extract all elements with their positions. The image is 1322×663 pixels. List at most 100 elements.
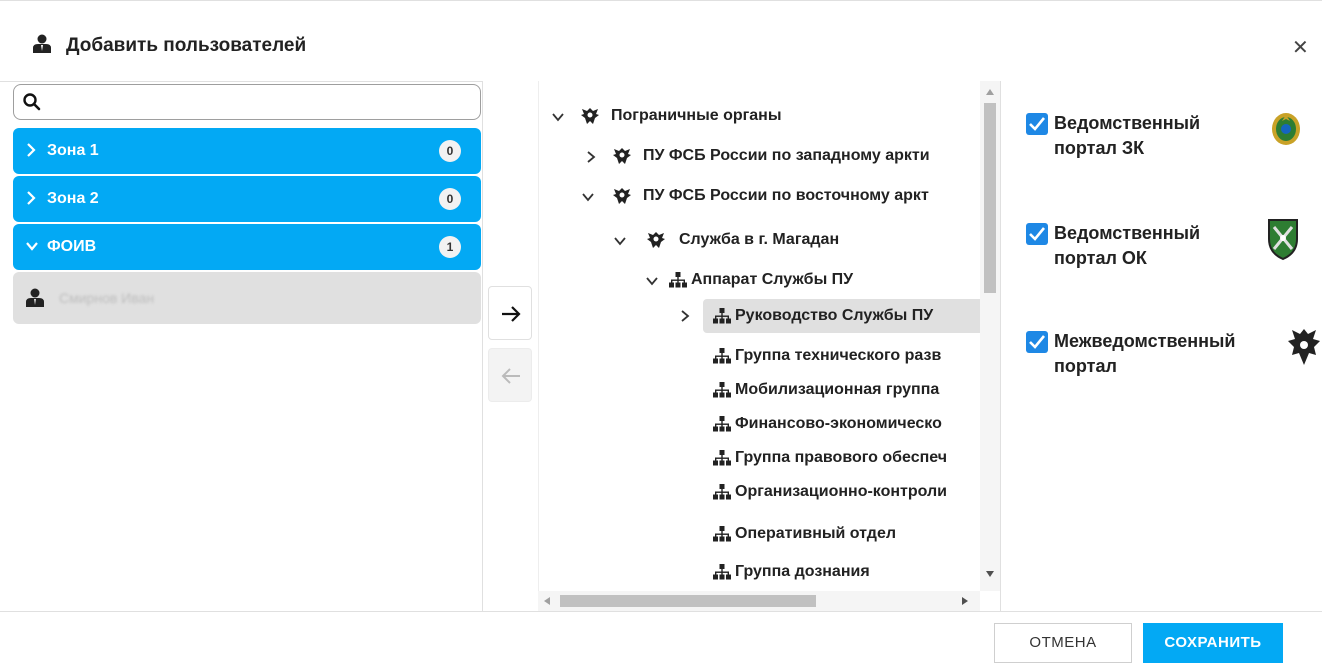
checkmark-icon bbox=[1029, 227, 1046, 241]
checkmark-icon bbox=[1029, 117, 1046, 131]
portals-panel: Ведомственный портал ЗК Ведомственный по… bbox=[1001, 81, 1322, 611]
portal-name-line2: портал ЗК bbox=[1054, 138, 1145, 158]
eagle-emblem-icon bbox=[647, 232, 665, 248]
user-groups-panel: Зона 1 0 Зона 2 0 ФОИВ 1 Смирнов Иван bbox=[0, 81, 483, 611]
close-icon[interactable]: ✕ bbox=[1292, 35, 1309, 60]
group-count-badge: 0 bbox=[439, 140, 461, 162]
tree-node-label: Оперативный отдел bbox=[735, 525, 897, 542]
org-structure-icon bbox=[713, 484, 731, 500]
tree-node-label: ПУ ФСБ России по восточному аркт bbox=[643, 187, 929, 204]
portal-name: Межведомственный портал bbox=[1054, 329, 1264, 379]
checkmark-icon bbox=[1029, 335, 1046, 349]
tree-node[interactable]: ПУ ФСБ России по восточному аркт bbox=[581, 183, 1000, 211]
chevron-right-icon bbox=[587, 151, 596, 163]
transfer-controls bbox=[483, 81, 538, 611]
user-icon bbox=[25, 288, 45, 313]
group-zone-1[interactable]: Зона 1 0 bbox=[13, 128, 481, 174]
green-shield-emblem-icon bbox=[1266, 217, 1300, 266]
tree-node-label: Пограничные органы bbox=[611, 107, 782, 124]
tree-node-label: Финансово-экономическо bbox=[735, 415, 942, 432]
tree-node-label: Группа дознания bbox=[735, 563, 870, 580]
tree-node-label: Организационно-контроли bbox=[735, 483, 948, 500]
chevron-right-icon bbox=[681, 310, 690, 322]
dialog-title: Добавить пользователей bbox=[66, 35, 307, 56]
scroll-down-icon[interactable] bbox=[986, 571, 994, 577]
group-foiv[interactable]: ФОИВ 1 bbox=[13, 224, 481, 270]
save-button[interactable]: СОХРАНИТЬ bbox=[1143, 623, 1283, 663]
arrow-left-icon bbox=[501, 368, 520, 384]
chevron-down-icon bbox=[552, 113, 564, 122]
tree-node-label: Служба в г. Магадан bbox=[679, 231, 840, 248]
search-input[interactable] bbox=[48, 91, 472, 115]
tree-node[interactable]: Пограничные органы bbox=[551, 103, 991, 131]
chevron-right-icon bbox=[25, 140, 37, 165]
chevron-right-icon bbox=[25, 188, 37, 213]
dialog-footer: ОТМЕНА СОХРАНИТЬ bbox=[0, 611, 1322, 663]
tree-node[interactable]: Оперативный отдел bbox=[711, 521, 1000, 549]
tree-node-label: Мобилизационная группа bbox=[735, 381, 940, 398]
group-label: ФОИВ bbox=[47, 238, 97, 255]
tree-horizontal-scrollbar[interactable] bbox=[538, 591, 980, 611]
portal-name: Ведомственный портал ЗК bbox=[1054, 111, 1264, 161]
tree-node[interactable]: Группа дознания bbox=[711, 559, 1000, 587]
chevron-down-icon bbox=[614, 237, 626, 246]
portal-checkbox[interactable] bbox=[1026, 223, 1048, 245]
portal-option-interagency: Межведомственный портал bbox=[1026, 299, 1320, 376]
eagle-emblem-icon bbox=[581, 108, 599, 124]
org-tree: Пограничные органы ПУ ФСБ России по запа… bbox=[538, 81, 1001, 611]
tree-node[interactable]: Мобилизационная группа bbox=[711, 377, 1000, 405]
list-item-user[interactable]: Смирнов Иван bbox=[13, 272, 481, 324]
arrow-right-icon bbox=[502, 306, 521, 322]
chevron-down-icon bbox=[25, 236, 39, 261]
scroll-up-icon[interactable] bbox=[986, 89, 994, 95]
user-icon bbox=[32, 34, 52, 59]
portal-option-zk: Ведомственный портал ЗК bbox=[1026, 81, 1316, 158]
tree-node-label: Группа технического разв bbox=[735, 347, 942, 364]
portal-name-line1: Ведомственный bbox=[1054, 223, 1201, 243]
group-label: Зона 2 bbox=[47, 190, 99, 207]
portal-checkbox[interactable] bbox=[1026, 113, 1048, 135]
org-structure-icon bbox=[713, 308, 731, 324]
org-structure-icon bbox=[713, 348, 731, 364]
tree-node-label: ПУ ФСБ России по западному аркти bbox=[643, 147, 930, 164]
cancel-button[interactable]: ОТМЕНА bbox=[994, 623, 1132, 663]
tree-vertical-scrollbar[interactable] bbox=[980, 81, 1000, 591]
user-name: Смирнов Иван bbox=[59, 290, 155, 306]
scrollbar-thumb[interactable] bbox=[560, 595, 816, 607]
remove-from-selection-button[interactable] bbox=[488, 348, 532, 402]
add-users-dialog: Добавить пользователей ✕ Зона 1 0 Зона 2… bbox=[0, 0, 1322, 663]
scroll-right-icon[interactable] bbox=[962, 597, 968, 605]
double-eagle-emblem-icon bbox=[1286, 325, 1322, 374]
tree-node[interactable]: ПУ ФСБ России по западному аркти bbox=[583, 143, 1000, 171]
tree-node[interactable]: Служба в г. Магадан bbox=[613, 227, 993, 255]
group-count-badge: 1 bbox=[439, 236, 461, 258]
scrollbar-thumb[interactable] bbox=[984, 103, 996, 293]
tree-node-selected[interactable]: Руководство Службы ПУ bbox=[679, 299, 1000, 333]
scroll-left-icon[interactable] bbox=[544, 597, 550, 605]
group-count-badge: 0 bbox=[439, 188, 461, 210]
eagle-emblem-icon bbox=[613, 188, 631, 204]
border-guard-emblem-icon bbox=[1270, 107, 1302, 152]
chevron-down-icon bbox=[646, 277, 658, 286]
portal-name: Ведомственный портал ОК bbox=[1054, 221, 1264, 271]
tree-node[interactable]: Организационно-контроли bbox=[711, 479, 1000, 507]
org-structure-icon bbox=[713, 450, 731, 466]
tree-node[interactable]: Группа правового обеспеч bbox=[711, 445, 1000, 473]
chevron-down-icon bbox=[582, 193, 594, 202]
tree-node-label: Руководство Службы ПУ bbox=[735, 307, 934, 324]
org-structure-icon bbox=[713, 416, 731, 432]
add-to-selection-button[interactable] bbox=[488, 286, 532, 340]
tree-node[interactable]: Группа технического разв bbox=[711, 343, 1000, 371]
portal-name-line2: портал ОК bbox=[1054, 248, 1147, 268]
search-icon bbox=[23, 93, 41, 116]
tree-node[interactable]: Аппарат Службы ПУ bbox=[645, 267, 985, 295]
portal-checkbox[interactable] bbox=[1026, 331, 1048, 353]
tree-node[interactable]: Финансово-экономическо bbox=[711, 411, 1000, 439]
org-structure-icon bbox=[713, 526, 731, 542]
org-structure-icon bbox=[713, 564, 731, 580]
eagle-emblem-icon bbox=[613, 148, 631, 164]
group-zone-2[interactable]: Зона 2 0 bbox=[13, 176, 481, 222]
org-structure-icon bbox=[669, 272, 687, 288]
group-label: Зона 1 bbox=[47, 142, 99, 159]
tree-node-label: Аппарат Службы ПУ bbox=[691, 271, 854, 288]
